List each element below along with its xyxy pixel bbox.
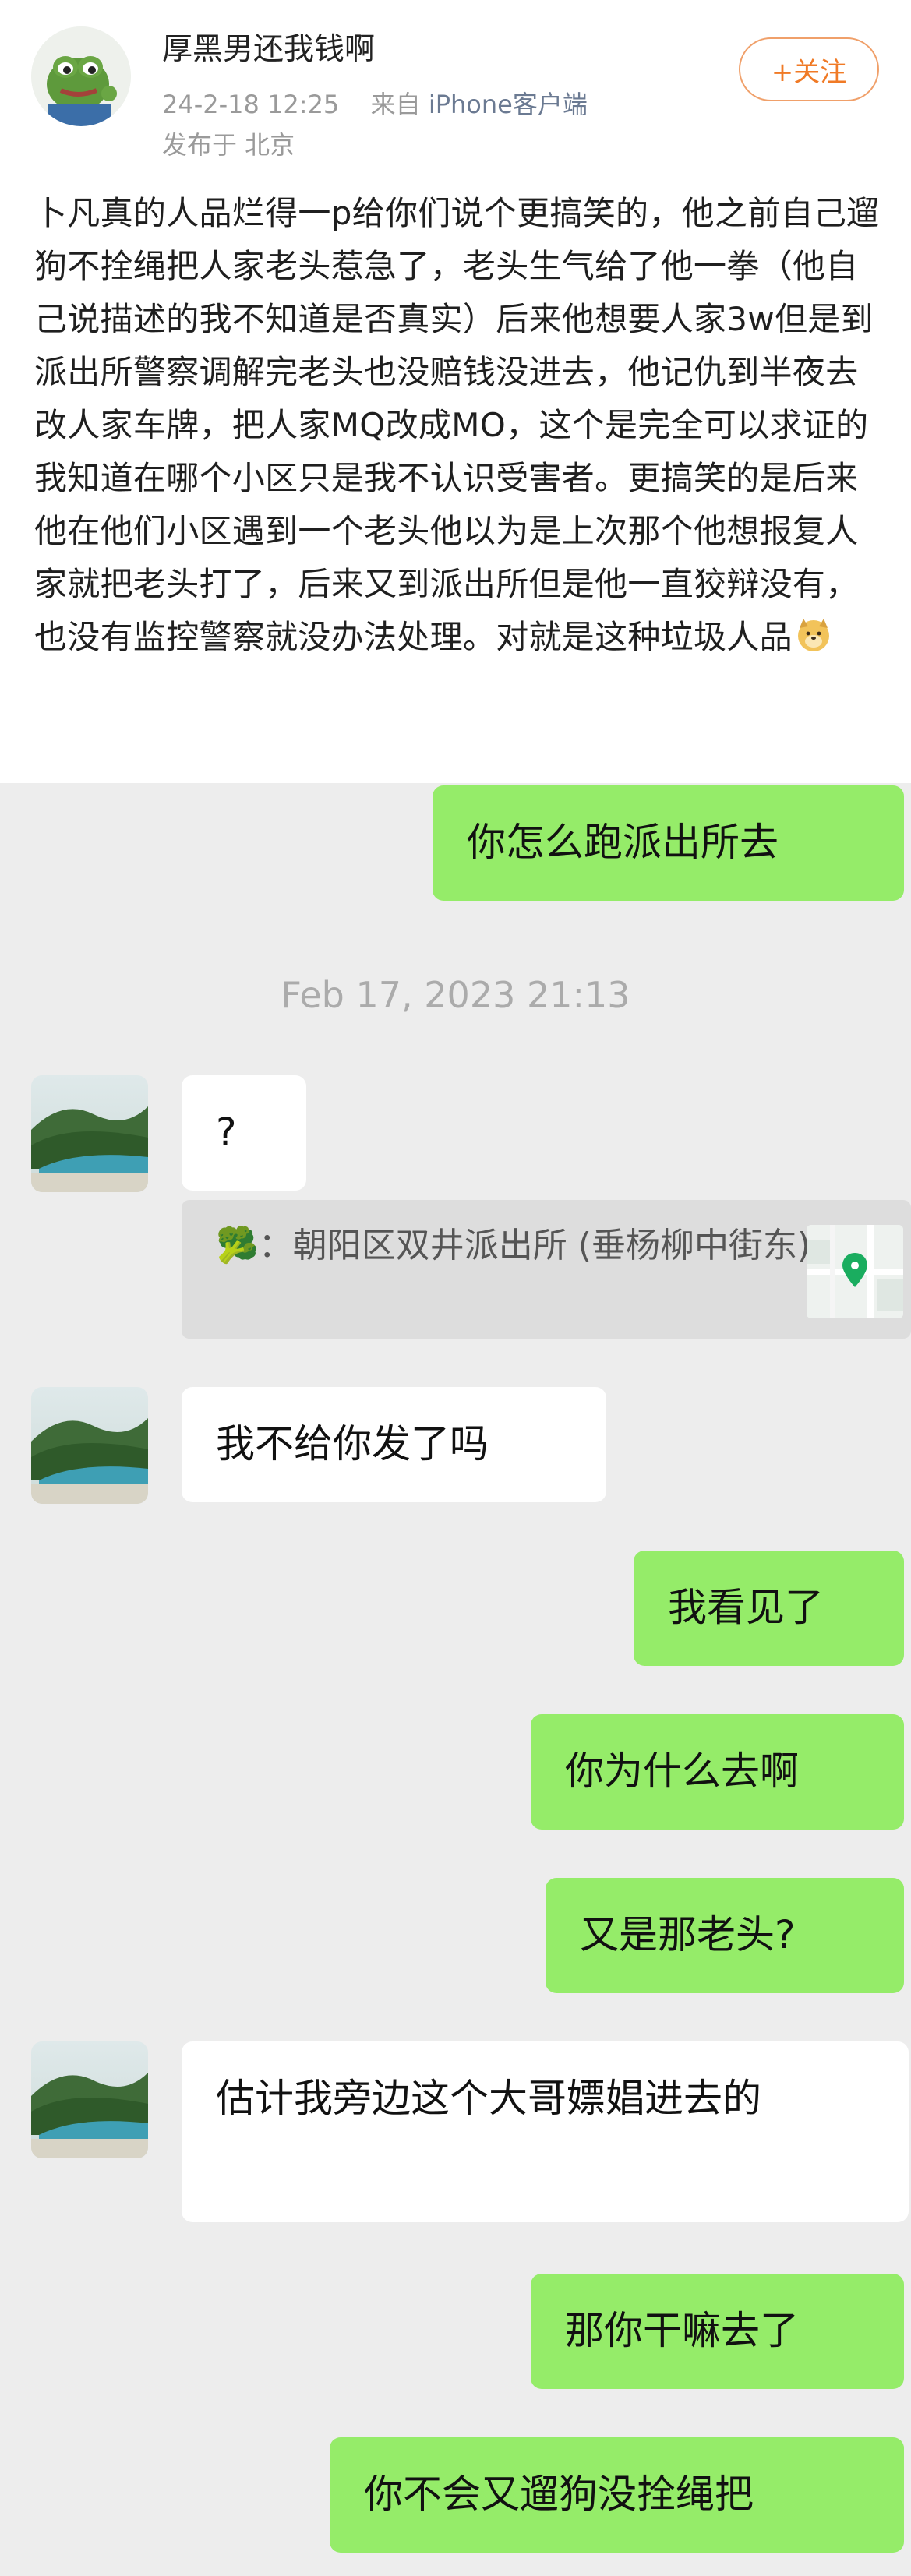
message-text: 估计我旁边这个大哥嫖娼进去的	[216, 2076, 761, 2121]
post-date: 24-2-18 12:25	[162, 90, 340, 119]
quoted-location-message[interactable]: 🥦：朝阳区双井派出所 (垂杨柳中街东)	[182, 1200, 911, 1339]
message-text: 你怎么跑派出所去	[467, 820, 779, 865]
post-body-text: 卜凡真的人品烂得一p给你们说个更搞笑的，他之前自己遛狗不拴绳把人家老头惹急了，老…	[34, 194, 880, 656]
quote-text-block: 🥦：朝阳区双井派出所 (垂杨柳中街东)	[216, 1222, 832, 1270]
message-bubble-outgoing[interactable]: 你怎么跑派出所去	[433, 785, 904, 901]
message-bubble-outgoing[interactable]: 你不会又遛狗没拴绳把	[330, 2437, 904, 2553]
quote-emoji: 🥦	[216, 1226, 259, 1265]
message-bubble-incoming[interactable]: ?	[182, 1075, 306, 1191]
quote-text: ：朝阳区双井派出所 (垂杨柳中街东)	[258, 1226, 811, 1265]
follow-button[interactable]: +关注	[739, 37, 879, 101]
message-bubble-outgoing[interactable]: 那你干嘛去了	[531, 2274, 904, 2389]
message-text: 又是那老头?	[580, 1912, 796, 1957]
map-thumbnail[interactable]	[807, 1225, 903, 1318]
message-text: 我不给你发了吗	[216, 1421, 489, 1466]
post-source: iPhone客户端	[428, 90, 588, 119]
message-bubble-outgoing[interactable]: 我看见了	[634, 1551, 904, 1666]
message-text: 你为什么去啊	[565, 1749, 799, 1794]
post-location: 发布于 北京	[162, 130, 295, 160]
post-meta: 24-2-18 12:25 来自 iPhone客户端	[162, 92, 588, 117]
message-text: ?	[216, 1110, 237, 1155]
user-avatar[interactable]	[31, 26, 131, 126]
message-bubble-outgoing[interactable]: 你为什么去啊	[531, 1714, 904, 1830]
message-text: 你不会又遛狗没拴绳把	[364, 2472, 754, 2517]
message-text: 我看见了	[668, 1585, 824, 1630]
message-bubble-incoming[interactable]: 我不给你发了吗	[182, 1387, 606, 1502]
source-prefix: 来自	[370, 90, 421, 119]
doge-icon	[796, 616, 832, 651]
message-bubble-outgoing[interactable]: 又是那老头?	[546, 1878, 904, 1993]
username[interactable]: 厚黑男还我钱啊	[162, 34, 375, 65]
message-bubble-incoming[interactable]: 估计我旁边这个大哥嫖娼进去的	[182, 2041, 909, 2222]
message-text: 那你干嘛去了	[565, 2308, 799, 2353]
screenshot: 厚黑男还我钱啊 24-2-18 12:25 来自 iPhone客户端 发布于 北…	[0, 0, 911, 2576]
contact-avatar[interactable]	[31, 2041, 148, 2158]
post-body: 卜凡真的人品烂得一p给你们说个更搞笑的，他之前自己遛狗不拴绳把人家老头惹急了，老…	[34, 187, 884, 664]
chat-timestamp: Feb 17, 2023 21:13	[281, 974, 630, 1016]
weibo-post: 厚黑男还我钱啊 24-2-18 12:25 来自 iPhone客户端 发布于 北…	[0, 0, 911, 783]
contact-avatar[interactable]	[31, 1387, 148, 1504]
contact-avatar[interactable]	[31, 1075, 148, 1192]
